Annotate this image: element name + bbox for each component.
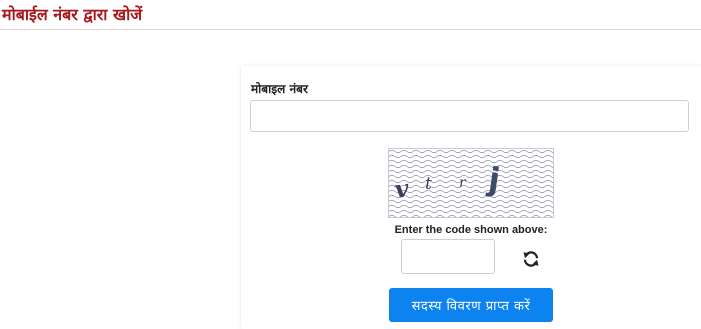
captcha-char: t — [425, 174, 432, 194]
page-title: मोबाईल नंबर द्वारा खोजें — [2, 5, 143, 24]
refresh-icon-graphic — [523, 251, 539, 267]
captcha-image: v t r j — [388, 148, 554, 218]
search-by-mobile-page: मोबाईल नंबर द्वारा खोजें मोबाइल नंबर v t… — [0, 0, 701, 329]
title-divider — [0, 29, 701, 30]
mobile-number-label: मोबाइल नंबर — [251, 82, 308, 96]
captcha-code-input[interactable] — [401, 239, 495, 274]
refresh-icon[interactable] — [522, 250, 540, 268]
captcha-graphic: v t r j — [389, 149, 553, 217]
captcha-instruction: Enter the code shown above: — [394, 224, 548, 236]
mobile-number-input[interactable] — [250, 100, 689, 132]
search-form-card: मोबाइल नंबर v t r j Enter the code shown… — [241, 66, 701, 329]
get-member-details-button[interactable]: सदस्य विवरण प्राप्त करें — [389, 288, 553, 322]
